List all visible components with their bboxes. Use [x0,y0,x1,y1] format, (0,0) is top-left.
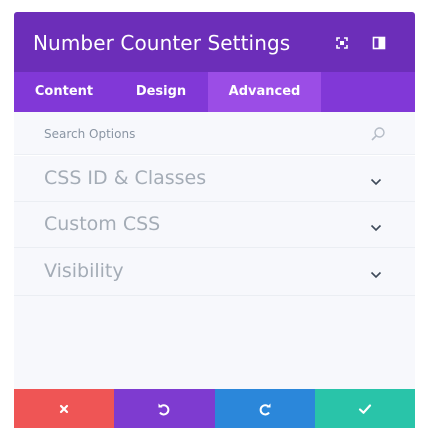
discard-button[interactable] [14,389,115,428]
check-icon [358,403,371,414]
expand-icon[interactable] [335,36,349,50]
tab-bar: Content Design Advanced [14,72,415,112]
search-bar [14,112,415,155]
tab-advanced[interactable]: Advanced [208,72,321,112]
redo-button[interactable] [214,389,315,428]
modal-header: Number Counter Settings [14,12,415,72]
settings-modal: Number Counter Settings Content Design A… [14,12,415,428]
undo-button[interactable] [114,389,215,428]
close-icon [60,404,69,413]
save-button[interactable] [314,389,415,428]
section-label: Visibility [44,260,124,282]
chevron-down-icon [370,220,382,232]
search-icon[interactable] [370,126,386,142]
modal-title: Number Counter Settings [33,31,291,55]
section-css-id-classes[interactable]: CSS ID & Classes [14,156,415,202]
section-label: Custom CSS [44,213,161,235]
section-label: CSS ID & Classes [44,167,207,189]
section-visibility[interactable]: Visibility [14,248,415,296]
tab-design[interactable]: Design [114,72,208,112]
sidebar-dock-icon[interactable] [372,36,386,50]
panel-body-spacer [14,296,415,389]
tab-content[interactable]: Content [14,72,114,112]
redo-icon [259,403,271,415]
undo-icon [158,403,170,415]
chevron-down-icon [370,267,382,279]
footer-actions [14,389,415,428]
chevron-down-icon [370,174,382,186]
search-input[interactable] [44,124,344,144]
section-custom-css[interactable]: Custom CSS [14,202,415,248]
